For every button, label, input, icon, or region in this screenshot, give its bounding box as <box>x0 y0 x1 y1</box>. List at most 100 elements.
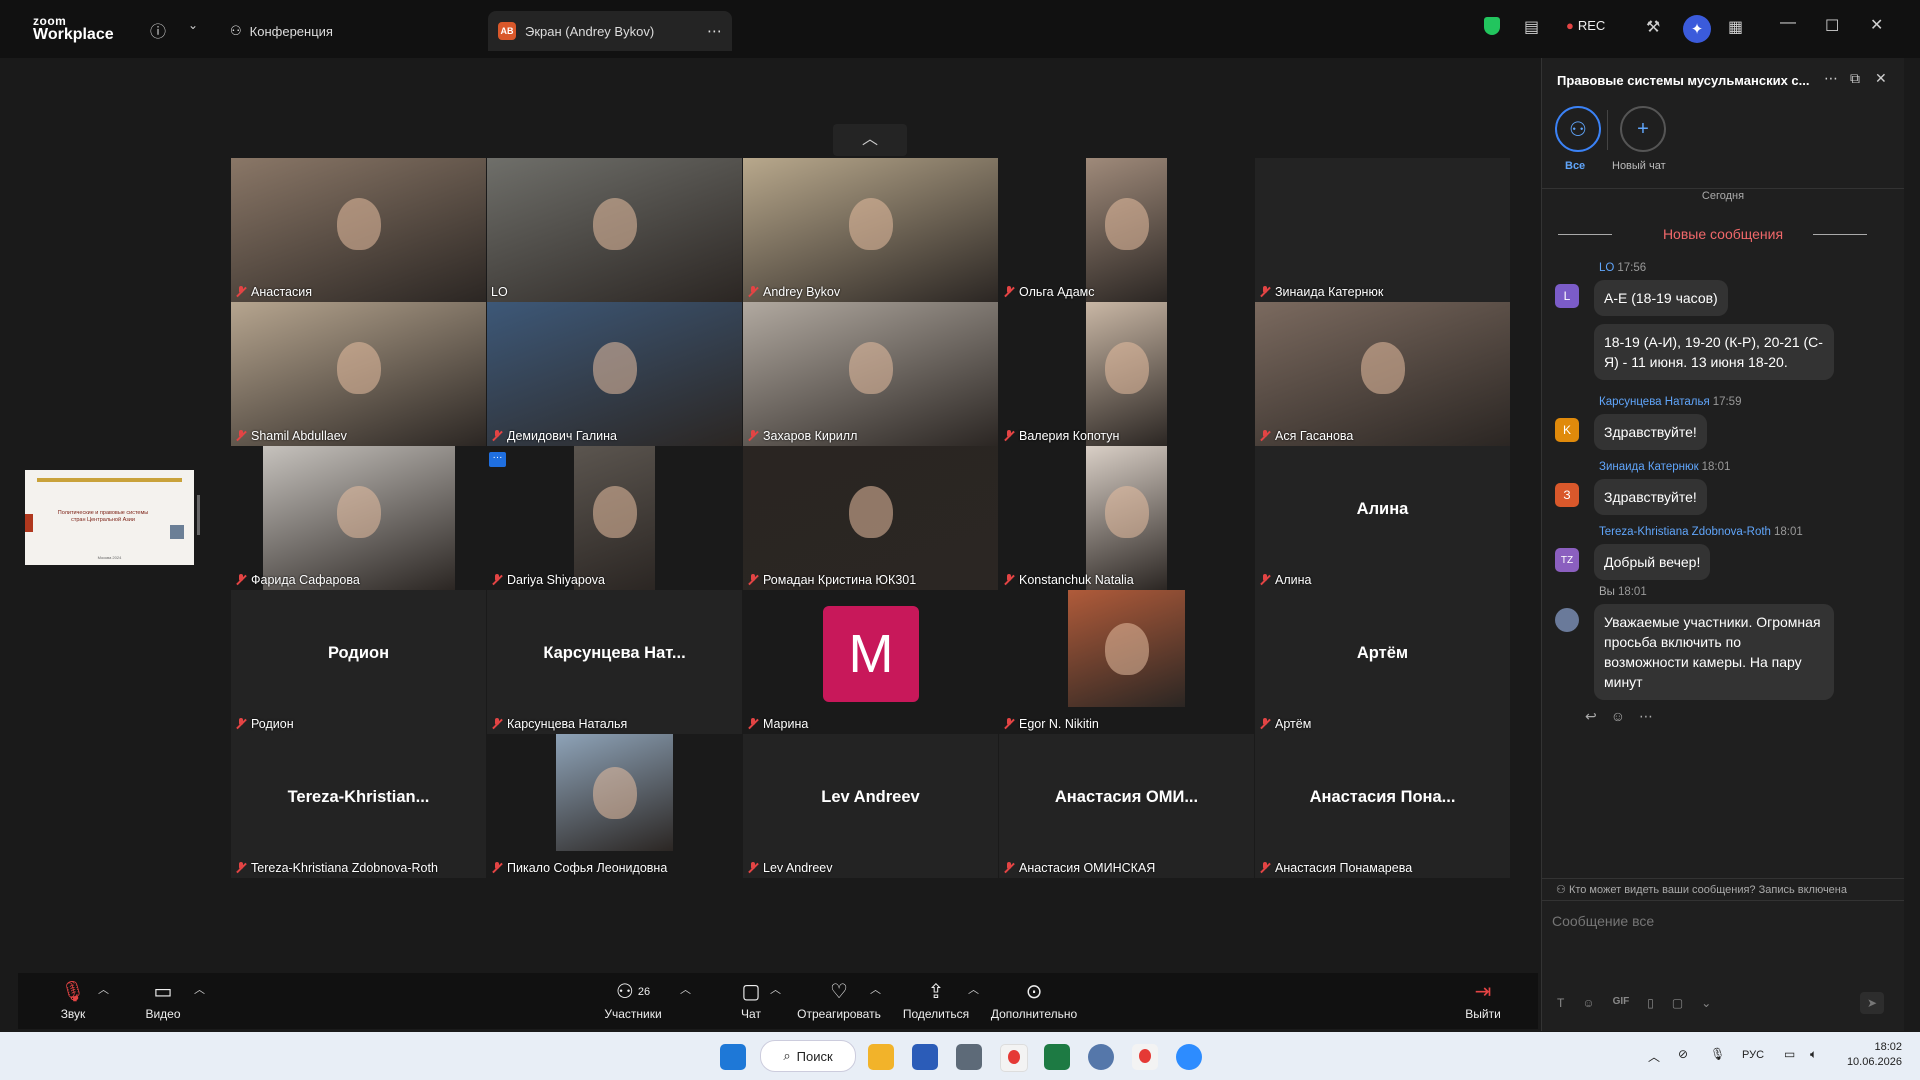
participant-tile[interactable]: Артём Артём <box>1255 590 1510 734</box>
participant-tile[interactable]: Andrey Bykov <box>743 158 998 302</box>
audio-button[interactable]: 🎙︎ Звук <box>48 973 98 1029</box>
shared-screen-thumbnail[interactable]: Политические и правовые системы стран Це… <box>25 470 194 565</box>
chat-options-caret[interactable]: ︿ <box>770 981 781 997</box>
participant-tile[interactable]: Демидович Галина <box>487 302 742 446</box>
person-silhouette <box>848 342 893 395</box>
participant-tile[interactable]: Анастасия Пона... Анастасия Понамарева <box>1255 734 1510 878</box>
record-button[interactable]: ● REC <box>1566 18 1605 33</box>
apps-icon[interactable]: ⚒ <box>1646 17 1660 37</box>
chevron-down-icon[interactable]: ⌄ <box>188 18 198 32</box>
more-button[interactable]: ⊙ Дополнительно <box>984 973 1084 1029</box>
participant-tile[interactable]: Алина Алина <box>1255 446 1510 590</box>
screenshot-icon[interactable]: ▢ <box>1672 996 1683 1010</box>
close-icon[interactable]: ✕ <box>1875 70 1887 87</box>
file-explorer-icon[interactable] <box>868 1044 894 1070</box>
participant-tile[interactable]: Ромадан Кристина ЮК301 <box>743 446 998 590</box>
participant-tile[interactable]: Ольга Адамс <box>999 158 1254 302</box>
participant-tile[interactable]: ··· Dariya Shiyapova <box>487 446 742 590</box>
minimize-icon[interactable]: — <box>1780 14 1796 32</box>
emoji-icon[interactable]: ☺ <box>1611 708 1625 725</box>
avatar <box>1555 608 1579 632</box>
mic-muted-icon: 🎙︎ <box>60 981 86 1003</box>
tab-screen-share[interactable]: AB Экран (Andrey Bykov) ⋯ <box>488 11 732 51</box>
reply-icon[interactable]: ↩ <box>1585 708 1597 725</box>
close-icon[interactable]: ✕ <box>1870 15 1883 35</box>
mic-icon[interactable]: 🎙︎ <box>1710 1047 1725 1061</box>
react-options-caret[interactable]: ︿ <box>870 981 881 997</box>
participant-name-label: Анастасия <box>235 285 312 299</box>
shield-icon[interactable] <box>1484 17 1500 35</box>
share-options-caret[interactable]: ︿ <box>968 981 979 997</box>
taskbar-search[interactable]: ⌕ Поиск <box>760 1040 856 1072</box>
participant-tile[interactable]: Tereza-Khristian... Tereza-Khristiana Zdo… <box>231 734 486 878</box>
video-options-caret[interactable]: ︿ <box>194 981 205 997</box>
excel-icon[interactable] <box>1044 1044 1070 1070</box>
format-icon[interactable]: T <box>1557 996 1564 1010</box>
participant-tile[interactable]: Карсунцева Нат... Карсунцева Наталья <box>487 590 742 734</box>
emoji-icon[interactable]: ☺ <box>1582 996 1594 1010</box>
windows-start-icon[interactable] <box>720 1044 746 1070</box>
display-icon[interactable]: ▭ <box>1784 1047 1795 1061</box>
maximize-icon[interactable]: ☐ <box>1825 16 1839 36</box>
layout-icon[interactable]: ▦ <box>1728 17 1743 37</box>
participant-tile[interactable]: Зинаида Катернюк <box>1255 158 1510 302</box>
word-icon[interactable] <box>912 1044 938 1070</box>
language-indicator[interactable]: РУС <box>1742 1049 1764 1061</box>
network-icon[interactable]: ⊘ <box>1678 1047 1688 1061</box>
clock[interactable]: 18:02 10.06.2026 <box>1842 1040 1902 1070</box>
video-button[interactable]: ▭ Видео <box>138 973 188 1029</box>
participant-tile[interactable]: Egor N. Nikitin <box>999 590 1254 734</box>
file-icon[interactable]: ▯ <box>1647 996 1654 1010</box>
participant-tile[interactable]: Konstanchuk Natalia <box>999 446 1254 590</box>
ai-companion-icon[interactable]: ✦ <box>1683 15 1711 43</box>
collapse-button[interactable]: ︿ <box>833 124 907 156</box>
calculator-icon[interactable] <box>956 1044 982 1070</box>
participant-tile[interactable]: Родион Родион <box>231 590 486 734</box>
participant-tile[interactable]: Анастасия ОМИ... Анастасия ОМИНСКАЯ <box>999 734 1254 878</box>
participant-tile[interactable]: Lev Andreev Lev Andreev <box>743 734 998 878</box>
chevron-down-icon[interactable]: ⌄ <box>1701 996 1711 1010</box>
mic-muted-icon <box>1259 286 1271 298</box>
yandex-browser-icon[interactable] <box>1132 1044 1158 1070</box>
thumbnail-resize-handle[interactable] <box>197 495 200 535</box>
more-icon[interactable]: ⋯ <box>707 22 722 40</box>
tab-conference[interactable]: ⚇ Конференция <box>230 11 480 51</box>
participant-tile[interactable]: Пикало Софья Леонидовна <box>487 734 742 878</box>
participant-tile[interactable]: Ася Гасанова <box>1255 302 1510 446</box>
participant-tile[interactable]: Фарида Сафарова <box>231 446 486 590</box>
participant-tile[interactable]: M Марина <box>743 590 998 734</box>
participant-tile[interactable]: Shamil Abdullaev <box>231 302 486 446</box>
chip-all[interactable]: ⚇ <box>1555 106 1601 152</box>
privacy-text: Кто может видеть ваши сообщения? Запись … <box>1568 884 1847 896</box>
send-button[interactable]: ➤ <box>1860 992 1884 1014</box>
privacy-notice[interactable]: ⚇ Кто может видеть ваши сообщения? Запис… <box>1556 883 1847 896</box>
leave-button[interactable]: ⇥ Выйти <box>1458 973 1508 1029</box>
more-icon[interactable]: ⋯ <box>1824 70 1838 87</box>
new-chat-button[interactable]: + <box>1620 106 1666 152</box>
participant-tile[interactable]: LO <box>487 158 742 302</box>
settings-icon[interactable] <box>1088 1044 1114 1070</box>
yandex-icon[interactable] <box>1000 1044 1028 1072</box>
gif-icon[interactable]: GIF <box>1613 996 1630 1010</box>
more-icon[interactable]: ⋯ <box>1639 708 1653 725</box>
pop-out-icon[interactable]: ⧉ <box>1850 70 1860 87</box>
participant-display-name: Родион <box>327 644 390 662</box>
notes-icon[interactable]: ▤ <box>1524 17 1539 37</box>
participant-tile[interactable]: Валерия Копотун <box>999 302 1254 446</box>
info-icon[interactable]: ⓘ <box>150 18 166 42</box>
message-actions: ↩ ☺ ⋯ <box>1585 708 1653 725</box>
more-icon[interactable]: ··· <box>489 452 506 467</box>
chat-input[interactable] <box>1550 906 1884 936</box>
chevron-up-icon[interactable]: ︿ <box>1648 1048 1660 1065</box>
audio-options-caret[interactable]: ︿ <box>98 981 109 997</box>
participants-button[interactable]: ⚇ 26 Участники <box>598 973 668 1029</box>
zoom-icon[interactable] <box>1176 1044 1202 1070</box>
participant-tile[interactable]: Захаров Кирилл <box>743 302 998 446</box>
rec-label: REC <box>1577 18 1606 33</box>
volume-icon[interactable]: 🔈︎ <box>1810 1047 1817 1062</box>
participant-tile[interactable]: Анастасия <box>231 158 486 302</box>
share-button[interactable]: ⇪ Поделиться <box>898 973 974 1029</box>
participants-options-caret[interactable]: ︿ <box>680 981 691 997</box>
new-chat-label: Новый чат <box>1612 160 1666 172</box>
chat-button[interactable]: ▢ Чат <box>726 973 776 1029</box>
